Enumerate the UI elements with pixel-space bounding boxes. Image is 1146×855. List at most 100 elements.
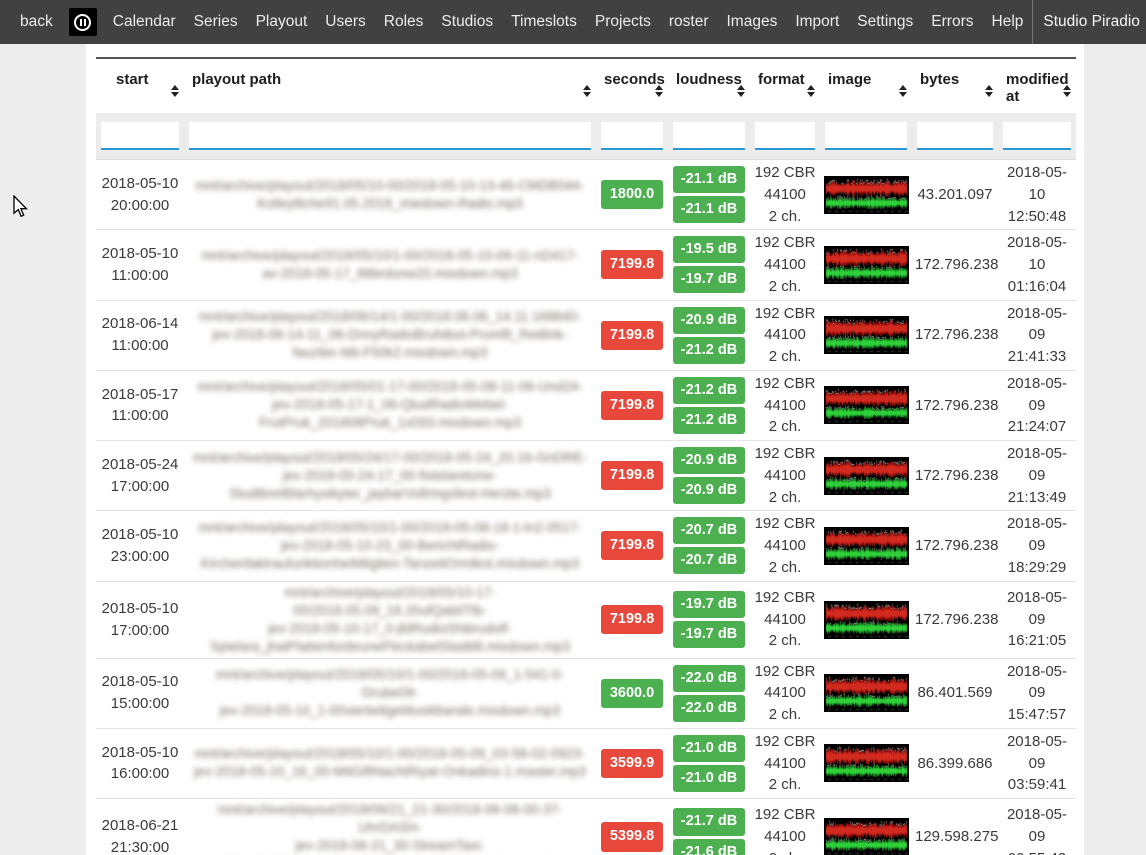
waveform-thumbnail[interactable] (824, 246, 909, 284)
format-cell: 192 CBR 44100 2 ch. (750, 300, 820, 370)
seconds-cell: 7199.8 (596, 581, 668, 658)
playout-path-cell: mnt/archive/playout/2018/06/21_21-30/201… (184, 799, 596, 855)
loudness-badge: -21.2 dB (673, 407, 745, 434)
loudness-badge: -21.1 dB (673, 166, 745, 193)
loudness-cell: -20.9 dB -20.9 dB (668, 441, 750, 511)
seconds-cell: 3600.0 (596, 658, 668, 728)
filter-image-input[interactable] (825, 122, 907, 150)
loudness-badge: -21.1 dB (673, 196, 745, 223)
table-row: 2018-06-21 21:30:00 mnt/archive/playout/… (96, 799, 1076, 855)
playout-path-cell: mnt/archive/playout/2018/05/10/1-00/2018… (184, 728, 596, 798)
nav-item-back[interactable]: back (0, 13, 62, 31)
format-cell: 192 CBR 44100 2 ch. (750, 581, 820, 658)
loudness-badge: -21.7 dB (673, 808, 745, 835)
waveform-thumbnail[interactable] (824, 316, 909, 354)
table-row: 2018-05-10 17:00:00 mnt/archive/playout/… (96, 581, 1076, 658)
modified-at-cell: 2018-05-09 16:21:05 (998, 581, 1076, 658)
sort-icon (583, 85, 591, 97)
seconds-badge: 7199.8 (601, 461, 663, 490)
navbar: back Calendar Series Playout Users Roles… (0, 0, 1146, 44)
table-row: 2018-05-10 20:00:00 mnt/archive/playout/… (96, 160, 1076, 230)
seconds-badge: 1800.0 (601, 180, 663, 209)
nav-item-images[interactable]: Images (718, 13, 787, 31)
waveform-thumbnail[interactable] (824, 176, 909, 214)
table-row: 2018-05-10 23:00:00 mnt/archive/playout/… (96, 511, 1076, 581)
filter-seconds-input[interactable] (601, 122, 663, 150)
waveform-thumbnail[interactable] (824, 601, 909, 639)
playout-path-cell: mnt/archive/playout/2018/05/10/1-00/2018… (184, 230, 596, 300)
seconds-cell: 7199.8 (596, 230, 668, 300)
seconds-badge: 7199.8 (601, 531, 663, 560)
loudness-cell: -20.9 dB -21.2 dB (668, 300, 750, 370)
nav-item-roles[interactable]: Roles (375, 13, 433, 31)
filter-bytes-input[interactable] (917, 122, 993, 150)
nav-item-errors[interactable]: Errors (922, 13, 982, 31)
table-header-row: start playout path seconds loudness form… (96, 58, 1076, 113)
column-header-playout-path[interactable]: playout path (184, 58, 596, 113)
waveform-thumbnail[interactable] (824, 744, 909, 782)
bytes-cell: 86.401.569 (912, 658, 998, 728)
waveform-thumbnail[interactable] (824, 386, 909, 424)
loudness-cell: -21.2 dB -21.2 dB (668, 370, 750, 440)
image-cell (820, 230, 912, 300)
playout-path-cell: mnt/archive/playout/2018/05/10/1-00/2018… (184, 511, 596, 581)
nav-item-series[interactable]: Series (185, 13, 247, 31)
nav-item-projects[interactable]: Projects (586, 13, 660, 31)
image-cell (820, 658, 912, 728)
column-header-image[interactable]: image (820, 58, 912, 113)
seconds-cell: 7199.8 (596, 370, 668, 440)
nav-item-playout[interactable]: Playout (247, 13, 317, 31)
playout-path-cell: mnt/archive/playout/2018/05/24/17-00/201… (184, 441, 596, 511)
playout-path-cell: mnt/archive/playout/2018/05/01-17-00/201… (184, 370, 596, 440)
start-cell: 2018-06-14 11:00:00 (96, 300, 184, 370)
waveform-thumbnail[interactable] (824, 527, 909, 565)
sort-icon (737, 85, 745, 97)
seconds-badge: 7199.8 (601, 321, 663, 350)
start-cell: 2018-05-24 17:00:00 (96, 441, 184, 511)
filter-row (96, 113, 1076, 160)
format-cell: 192 CBR 44100 2 ch. (750, 658, 820, 728)
loudness-badge: -20.7 dB (673, 517, 745, 544)
nav-item-roster[interactable]: roster (660, 13, 718, 31)
filter-loudness-input[interactable] (673, 122, 745, 150)
modified-at-cell: 2018-05-09 00:55:42 (998, 799, 1076, 855)
nav-item-calendar[interactable]: Calendar (104, 13, 185, 31)
seconds-cell: 3599.9 (596, 728, 668, 798)
seconds-cell: 1800.0 (596, 160, 668, 230)
sort-icon (171, 85, 179, 97)
filter-start-input[interactable] (101, 122, 179, 150)
bytes-cell: 43.201.097 (912, 160, 998, 230)
waveform-thumbnail[interactable] (824, 674, 909, 712)
loudness-badge: -20.9 dB (673, 477, 745, 504)
studio-select[interactable]: Studio Piradio (1033, 13, 1146, 31)
loudness-cell: -22.0 dB -22.0 dB (668, 658, 750, 728)
bytes-cell: 172.796.238 (912, 300, 998, 370)
nav-item-users[interactable]: Users (316, 13, 374, 31)
nav-item-timeslots[interactable]: Timeslots (502, 13, 586, 31)
start-cell: 2018-06-21 21:30:00 (96, 799, 184, 855)
column-header-start[interactable]: start (96, 58, 184, 113)
filter-modified-at-input[interactable] (1003, 122, 1071, 150)
pause-circle-icon[interactable] (69, 8, 97, 36)
filter-playout-path-input[interactable] (189, 122, 591, 150)
waveform-thumbnail[interactable] (824, 457, 909, 495)
nav-item-import[interactable]: Import (786, 13, 848, 31)
column-header-loudness[interactable]: loudness (668, 58, 750, 113)
image-cell (820, 728, 912, 798)
loudness-badge: -19.5 dB (673, 236, 745, 263)
nav-item-settings[interactable]: Settings (848, 13, 922, 31)
sort-icon (655, 85, 663, 97)
waveform-thumbnail[interactable] (824, 818, 909, 855)
column-header-format[interactable]: format (750, 58, 820, 113)
nav-item-help[interactable]: Help (983, 13, 1033, 31)
filter-format-input[interactable] (755, 122, 815, 150)
nav-item-studios[interactable]: Studios (432, 13, 502, 31)
modified-at-cell: 2018-05-10 12:50:48 (998, 160, 1076, 230)
column-header-bytes[interactable]: bytes (912, 58, 998, 113)
column-header-seconds[interactable]: seconds (596, 58, 668, 113)
column-header-modified-at[interactable]: modified at (998, 58, 1076, 113)
seconds-cell: 5399.8 (596, 799, 668, 855)
modified-at-cell: 2018-05-09 21:13:49 (998, 441, 1076, 511)
modified-at-cell: 2018-05-09 21:41:33 (998, 300, 1076, 370)
start-cell: 2018-05-10 16:00:00 (96, 728, 184, 798)
